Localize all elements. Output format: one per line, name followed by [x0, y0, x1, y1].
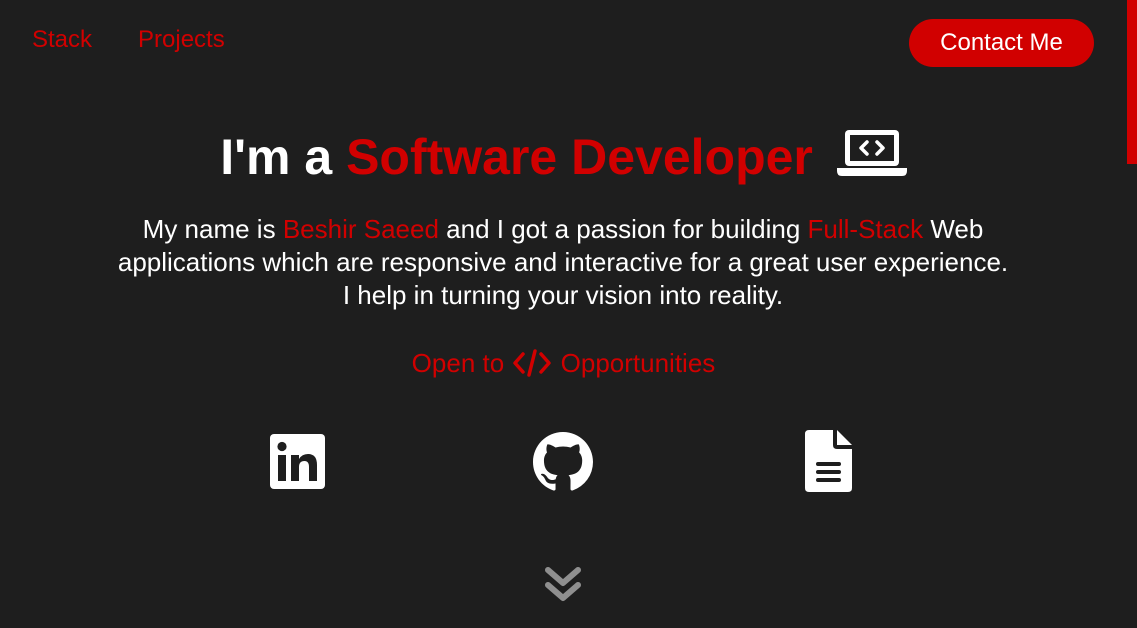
linkedin-icon: [270, 434, 325, 493]
intro-prefix: My name is: [142, 214, 276, 244]
github-link[interactable]: [533, 432, 593, 497]
resume-file-icon: [805, 430, 852, 496]
scrollbar-thumb[interactable]: [1127, 0, 1137, 164]
code-icon: [513, 349, 552, 385]
intro-mid: and I got a passion for building: [446, 214, 801, 244]
hero-title-prefix: I'm a: [220, 129, 333, 185]
scrollbar[interactable]: [1127, 0, 1137, 628]
open-to-opportunities: Open to Opportunities: [0, 346, 1127, 385]
linkedin-link[interactable]: [270, 434, 325, 494]
resume-link[interactable]: [805, 430, 852, 497]
hero-intro: My name is Beshir Saeed and I got a pass…: [113, 213, 1013, 312]
open-prefix: Open to: [411, 348, 505, 378]
top-nav: Stack Projects: [32, 26, 225, 54]
nav-link-stack[interactable]: Stack: [32, 26, 92, 54]
social-links: [0, 428, 1137, 498]
hero-title-highlight: Software Developer: [346, 129, 813, 185]
contact-me-button[interactable]: Contact Me: [909, 19, 1094, 67]
laptop-code-icon: [836, 128, 907, 192]
hero-title: I'm a Software Developer: [0, 126, 1127, 192]
github-icon: [533, 432, 593, 496]
intro-name: Beshir Saeed: [282, 214, 439, 244]
double-chevron-down-icon[interactable]: [544, 565, 582, 610]
nav-link-projects[interactable]: Projects: [138, 26, 225, 54]
open-suffix: Opportunities: [560, 348, 716, 378]
intro-highlight: Full-Stack: [807, 214, 924, 244]
